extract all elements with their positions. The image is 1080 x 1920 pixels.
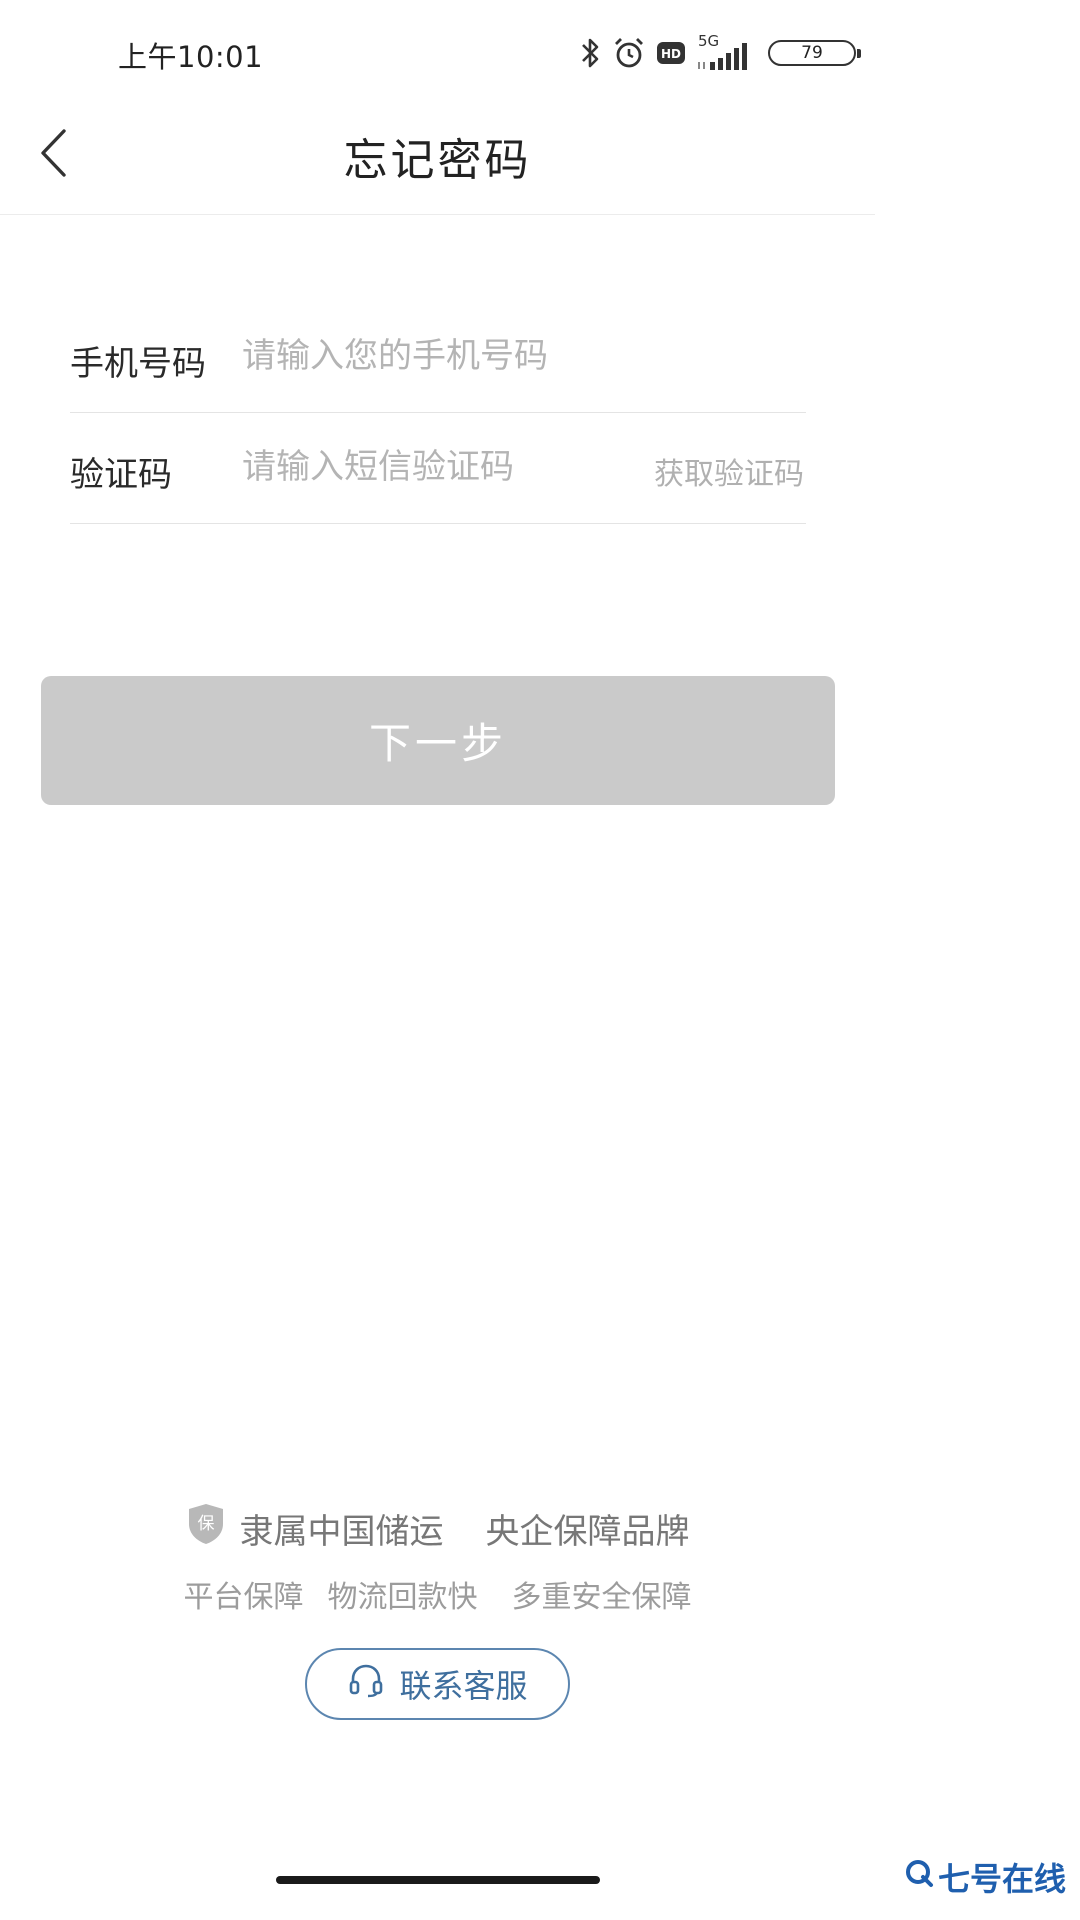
brand-affiliation: 隶属中国储运 <box>239 1512 444 1552</box>
shield-icon: 保 <box>186 1502 226 1555</box>
page-title: 忘记密码 <box>343 135 532 186</box>
bluetooth-icon <box>580 36 602 70</box>
verification-code-label: 验证码 <box>70 455 172 495</box>
feature-item: 物流回款快 <box>327 1580 478 1615</box>
phone-label: 手机号码 <box>70 344 206 384</box>
watermark-logo-icon <box>904 1858 934 1896</box>
next-step-button[interactable]: 下一步 <box>41 676 835 805</box>
contact-support-button[interactable]: 联系客服 <box>305 1648 570 1720</box>
contact-support-label: 联系客服 <box>399 1667 528 1705</box>
feature-item: 多重安全保障 <box>511 1580 692 1615</box>
app-header: 忘记密码 <box>0 106 875 215</box>
watermark: 七号在线 <box>904 1854 1066 1900</box>
phone-input[interactable] <box>242 326 802 386</box>
status-icons: HD 5G 79 <box>580 30 861 76</box>
hd-icon: HD <box>656 40 686 66</box>
signal-icon: 5G <box>696 32 754 72</box>
feature-line: 平台保障 物流回款快 多重安全保障 <box>0 1572 875 1616</box>
feature-item: 平台保障 <box>183 1580 304 1615</box>
phone-row: 手机号码 <box>70 302 806 413</box>
get-code-button[interactable]: 获取验证码 <box>654 449 804 493</box>
headset-icon <box>347 1661 385 1707</box>
status-time: 上午10:01 <box>118 40 264 74</box>
home-indicator[interactable] <box>276 1876 600 1884</box>
alarm-icon <box>612 36 646 70</box>
forgot-password-screen: 上午10:01 HD 5G 79 忘记密码 手机号码 请输入您的手机号码 验证码… <box>0 0 1080 1920</box>
verification-code-input[interactable] <box>242 437 642 497</box>
brand-line: 保 隶属中国储运 央企保障品牌 <box>0 1502 875 1555</box>
shield-badge-text: 保 <box>197 1514 214 1534</box>
status-bar: 上午10:01 HD 5G 79 <box>0 0 1080 106</box>
verification-code-row: 验证码 获取验证码 <box>70 413 806 524</box>
svg-text:HD: HD <box>661 47 681 61</box>
brand-guarantee: 央企保障品牌 <box>485 1512 690 1552</box>
battery-icon: 79 <box>768 40 861 66</box>
watermark-text: 七号在线 <box>937 1860 1066 1898</box>
